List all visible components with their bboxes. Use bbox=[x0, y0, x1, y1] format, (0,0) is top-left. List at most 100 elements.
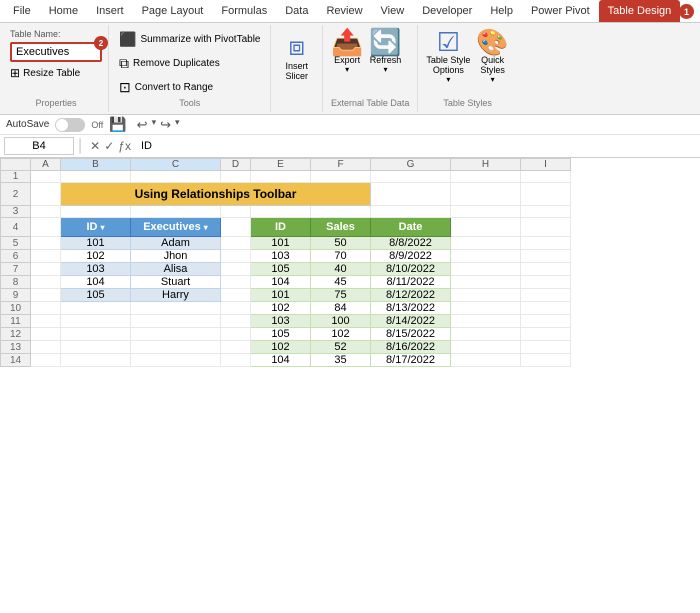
cell-b12[interactable] bbox=[61, 328, 131, 341]
cell-e13[interactable]: 102 bbox=[251, 341, 311, 354]
col-header-f[interactable]: F bbox=[311, 159, 371, 171]
cell-c3[interactable] bbox=[131, 206, 221, 218]
refresh-btn[interactable]: 🔄 Refresh ▾ bbox=[369, 29, 401, 74]
cell-c10[interactable] bbox=[131, 302, 221, 315]
title-cell[interactable]: Using Relationships Toolbar bbox=[61, 183, 371, 206]
tab-developer[interactable]: Developer bbox=[413, 0, 481, 22]
tab-power-pivot[interactable]: Power Pivot bbox=[522, 0, 599, 22]
cell-b14[interactable] bbox=[61, 354, 131, 367]
cell-d13[interactable] bbox=[221, 341, 251, 354]
cell-f1[interactable] bbox=[311, 171, 371, 183]
cell-e1[interactable] bbox=[251, 171, 311, 183]
convert-to-range-btn[interactable]: ⊡ Convert to Range bbox=[117, 77, 262, 98]
cell-g10[interactable]: 8/13/2022 bbox=[371, 302, 451, 315]
cell-b11[interactable] bbox=[61, 315, 131, 328]
cell-h14[interactable] bbox=[451, 354, 521, 367]
cell-g12[interactable]: 8/15/2022 bbox=[371, 328, 451, 341]
cell-f4-header[interactable]: Sales bbox=[311, 218, 371, 237]
cell-g7[interactable]: 8/10/2022 bbox=[371, 263, 451, 276]
cell-e8[interactable]: 104 bbox=[251, 276, 311, 289]
tab-view[interactable]: View bbox=[372, 0, 414, 22]
cell-e5[interactable]: 101 bbox=[251, 237, 311, 250]
cell-e6[interactable]: 103 bbox=[251, 250, 311, 263]
cell-d8[interactable] bbox=[221, 276, 251, 289]
cell-e14[interactable]: 104 bbox=[251, 354, 311, 367]
cell-h13[interactable] bbox=[451, 341, 521, 354]
confirm-icon[interactable]: ✓ bbox=[104, 139, 114, 153]
tab-help[interactable]: Help bbox=[481, 0, 522, 22]
cell-g14[interactable]: 8/17/2022 bbox=[371, 354, 451, 367]
col-header-d[interactable]: D bbox=[221, 159, 251, 171]
cell-d7[interactable] bbox=[221, 263, 251, 276]
cell-d12[interactable] bbox=[221, 328, 251, 341]
col-header-g[interactable]: G bbox=[371, 159, 451, 171]
cell-i8[interactable] bbox=[521, 276, 571, 289]
col-header-c[interactable]: C bbox=[131, 159, 221, 171]
cell-c7[interactable]: Alisa bbox=[131, 263, 221, 276]
cell-h9[interactable] bbox=[451, 289, 521, 302]
cell-e12[interactable]: 105 bbox=[251, 328, 311, 341]
cell-e7[interactable]: 105 bbox=[251, 263, 311, 276]
cell-b7[interactable]: 103 bbox=[61, 263, 131, 276]
tab-insert[interactable]: Insert bbox=[87, 0, 133, 22]
cell-f13[interactable]: 52 bbox=[311, 341, 371, 354]
cell-a1[interactable] bbox=[31, 171, 61, 183]
cell-g2[interactable] bbox=[371, 183, 451, 206]
cell-b1[interactable] bbox=[61, 171, 131, 183]
tab-data[interactable]: Data bbox=[276, 0, 317, 22]
cell-e11[interactable]: 103 bbox=[251, 315, 311, 328]
cell-g6[interactable]: 8/9/2022 bbox=[371, 250, 451, 263]
cell-c9[interactable]: Harry bbox=[131, 289, 221, 302]
cell-a14[interactable] bbox=[31, 354, 61, 367]
remove-duplicates-btn[interactable]: ⧉ Remove Duplicates bbox=[117, 53, 262, 74]
cell-c13[interactable] bbox=[131, 341, 221, 354]
tab-file[interactable]: File bbox=[4, 0, 40, 22]
cell-c6[interactable]: Jhon bbox=[131, 250, 221, 263]
cell-b3[interactable] bbox=[61, 206, 131, 218]
insert-slicer-btn[interactable]: ⧈ InsertSlicer bbox=[281, 29, 312, 85]
tab-formulas[interactable]: Formulas bbox=[212, 0, 276, 22]
cell-b6[interactable]: 102 bbox=[61, 250, 131, 263]
cell-a6[interactable] bbox=[31, 250, 61, 263]
function-icon[interactable]: ƒx bbox=[118, 139, 131, 153]
cell-a4[interactable] bbox=[31, 218, 61, 237]
cell-f12[interactable]: 102 bbox=[311, 328, 371, 341]
cell-i1[interactable] bbox=[521, 171, 571, 183]
cell-d3[interactable] bbox=[221, 206, 251, 218]
cell-h12[interactable] bbox=[451, 328, 521, 341]
cell-c1[interactable] bbox=[131, 171, 221, 183]
cell-f3[interactable] bbox=[311, 206, 371, 218]
cell-e3[interactable] bbox=[251, 206, 311, 218]
tab-review[interactable]: Review bbox=[317, 0, 371, 22]
table-style-options-btn[interactable]: ☑ Table StyleOptions ▾ bbox=[426, 29, 470, 84]
cell-d4[interactable] bbox=[221, 218, 251, 237]
resize-table-btn[interactable]: ⊞ Resize Table bbox=[10, 66, 102, 80]
col-header-b[interactable]: B bbox=[61, 159, 131, 171]
cell-a12[interactable] bbox=[31, 328, 61, 341]
cell-g1[interactable] bbox=[371, 171, 451, 183]
table-name-input[interactable] bbox=[12, 44, 100, 60]
cell-i11[interactable] bbox=[521, 315, 571, 328]
cell-i2[interactable] bbox=[521, 183, 571, 206]
cell-h1[interactable] bbox=[451, 171, 521, 183]
col-header-e[interactable]: E bbox=[251, 159, 311, 171]
autosave-toggle[interactable] bbox=[55, 118, 85, 132]
undo-btn[interactable]: ↩ bbox=[137, 117, 148, 133]
cell-h10[interactable] bbox=[451, 302, 521, 315]
cell-a10[interactable] bbox=[31, 302, 61, 315]
cell-e10[interactable]: 102 bbox=[251, 302, 311, 315]
summarize-pivot-btn[interactable]: ⬛ Summarize with PivotTable bbox=[117, 29, 262, 50]
cell-a2[interactable] bbox=[31, 183, 61, 206]
cell-g11[interactable]: 8/14/2022 bbox=[371, 315, 451, 328]
cell-a7[interactable] bbox=[31, 263, 61, 276]
cell-c12[interactable] bbox=[131, 328, 221, 341]
cell-i3[interactable] bbox=[521, 206, 571, 218]
cell-h6[interactable] bbox=[451, 250, 521, 263]
cell-h5[interactable] bbox=[451, 237, 521, 250]
cell-a5[interactable] bbox=[31, 237, 61, 250]
cell-f6[interactable]: 70 bbox=[311, 250, 371, 263]
cell-g4-header[interactable]: Date bbox=[371, 218, 451, 237]
tab-page-layout[interactable]: Page Layout bbox=[133, 0, 213, 22]
cell-g5[interactable]: 8/8/2022 bbox=[371, 237, 451, 250]
cell-f10[interactable]: 84 bbox=[311, 302, 371, 315]
